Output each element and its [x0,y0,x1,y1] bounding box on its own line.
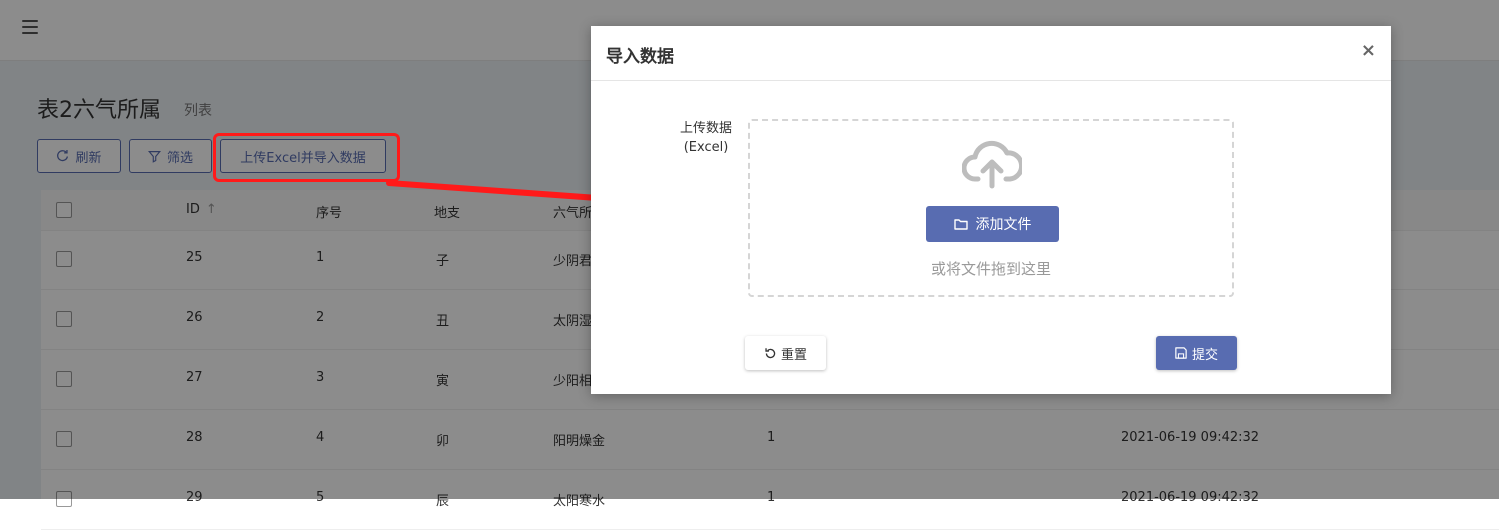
close-icon[interactable]: × [1361,40,1376,61]
annotation-highlight-box [213,133,400,182]
reset-label: 重置 [780,347,807,363]
drop-hint: 或将文件拖到这里 [930,260,1051,278]
save-icon [1175,347,1187,359]
dialog-header: 导入数据 × [591,26,1391,81]
submit-button[interactable]: 提交 [1156,336,1237,370]
submit-label: 提交 [1191,347,1218,363]
import-dialog: 导入数据 × 上传数据 (Excel) 添加文件 或将文件拖到这里 重置 提交 [591,26,1391,394]
upload-field-label-line1: 上传数据 [679,121,732,136]
cloud-upload-icon [962,140,1022,189]
upload-field-label-line2: (Excel) [683,140,729,155]
reset-button[interactable]: 重置 [745,336,826,370]
add-file-label: 添加文件 [975,217,1032,233]
upload-field-label: 上传数据 (Excel) [661,119,751,157]
undo-icon [765,347,776,358]
add-file-button[interactable]: 添加文件 [926,206,1059,242]
folder-icon [953,219,968,230]
file-dropzone[interactable]: 添加文件 或将文件拖到这里 [748,119,1234,297]
dialog-title: 导入数据 [606,47,674,67]
